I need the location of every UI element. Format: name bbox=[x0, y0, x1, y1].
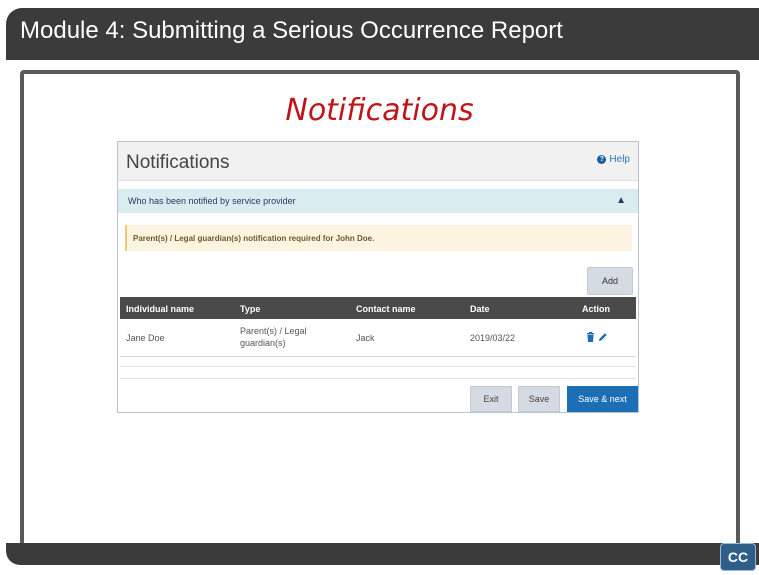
screen-header: Notifications ? Help bbox=[118, 142, 638, 181]
notifications-screen: Notifications ? Help Who has been notifi… bbox=[117, 141, 639, 413]
cell-individual-name: Jane Doe bbox=[126, 333, 165, 343]
notification-alert: Parent(s) / Legal guardian(s) notificati… bbox=[125, 225, 632, 251]
cell-date: 2019/03/22 bbox=[470, 333, 516, 343]
player-bottom-bar bbox=[6, 543, 759, 565]
trash-icon[interactable] bbox=[586, 332, 595, 342]
closed-captions-button[interactable]: CC bbox=[720, 543, 756, 571]
row-actions bbox=[586, 332, 608, 342]
table-header: Individual name Type Contact name Date A… bbox=[120, 297, 636, 319]
table-divider bbox=[120, 366, 636, 367]
alert-text: Parent(s) / Legal guardian(s) notificati… bbox=[133, 234, 375, 243]
save-button[interactable]: Save bbox=[518, 386, 560, 412]
header-contact-name: Contact name bbox=[356, 304, 416, 314]
pencil-icon[interactable] bbox=[598, 332, 608, 342]
help-label: Help bbox=[609, 154, 630, 165]
cell-type: Parent(s) / Legal guardian(s) bbox=[240, 326, 307, 348]
chevron-up-icon[interactable]: ▲ bbox=[616, 195, 626, 206]
save-next-button[interactable]: Save & next bbox=[567, 386, 638, 412]
table-row: Jane Doe Parent(s) / Legal guardian(s) J… bbox=[120, 319, 636, 357]
slide-heading: Notifications bbox=[285, 93, 474, 128]
header-type: Type bbox=[240, 304, 261, 314]
notified-accordion[interactable]: Who has been notified by service provide… bbox=[118, 189, 638, 213]
help-icon: ? bbox=[597, 155, 607, 164]
header-individual-name: Individual name bbox=[126, 304, 195, 314]
add-button[interactable]: Add bbox=[587, 267, 633, 295]
module-title: Module 4: Submitting a Serious Occurrenc… bbox=[20, 17, 563, 44]
cell-contact-name: Jack bbox=[356, 333, 375, 343]
screen-title: Notifications bbox=[126, 152, 230, 173]
accordion-label: Who has been notified by service provide… bbox=[128, 196, 296, 206]
footer-divider bbox=[120, 378, 636, 379]
header-action: Action bbox=[582, 304, 610, 314]
exit-button[interactable]: Exit bbox=[470, 386, 512, 412]
help-link[interactable]: ? Help bbox=[597, 154, 630, 165]
header-date: Date bbox=[470, 304, 490, 314]
